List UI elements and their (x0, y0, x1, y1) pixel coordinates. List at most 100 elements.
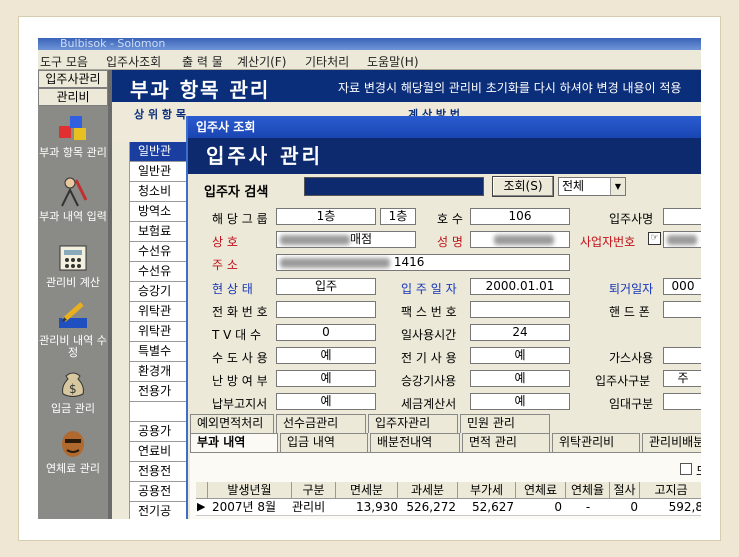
col-billed: 고지금 (640, 482, 701, 499)
list-item[interactable]: 특별수 (130, 342, 186, 362)
electric-field[interactable]: 예 (470, 347, 570, 364)
list-item[interactable]: 연료비 (130, 442, 186, 462)
list-item[interactable]: 수선유 (130, 262, 186, 282)
list-item[interactable]: 환경개 (130, 362, 186, 382)
row-pointer-icon: ▶ (197, 500, 206, 513)
sidebar-item-label: 부과 항목 관리 (39, 146, 107, 159)
fax-field[interactable] (470, 301, 570, 318)
name-field[interactable] (470, 231, 570, 248)
invoice-label: 세금계산서 (401, 397, 457, 411)
app-screen: Bulbisok - Solomon 도구 모음 입주사조회 출 력 물 계산기… (38, 38, 701, 519)
address-label: 주 소 (212, 258, 238, 272)
tab-charge-history[interactable]: 부과 내역 (190, 433, 278, 452)
tab-payment-history[interactable]: 입금 내역 (280, 433, 368, 452)
sidebar-item-late-fee[interactable]: 연체료 관리 (38, 428, 108, 475)
menu-help[interactable]: 도움말(H) (367, 53, 419, 70)
lease-field[interactable] (663, 393, 701, 410)
search-button[interactable]: 조회(S) (492, 176, 554, 197)
room-field[interactable]: 106 (470, 208, 570, 225)
list-item[interactable]: 공용전 (130, 482, 186, 502)
filter-select[interactable]: 전체 ▼ (558, 177, 626, 196)
sidebar: 입주사관리 관리비 부과 항목 관리 부과 내역 입력 관리비 계산 관리비 내… (38, 70, 108, 519)
list-item[interactable]: 전용전 (130, 462, 186, 482)
row-selector-gutter (112, 142, 130, 519)
phone-field[interactable] (276, 301, 376, 318)
tab-advance-payment[interactable]: 선수금관리 (276, 414, 366, 433)
tv-label: T V 대 수 (212, 328, 262, 342)
sidebar-item-deposit[interactable]: $ 입금 관리 (38, 368, 108, 415)
address-field[interactable]: 1416 (276, 254, 570, 271)
list-item[interactable]: 일반관 (130, 142, 186, 162)
bizno-field[interactable] (663, 231, 701, 248)
tv-field[interactable]: 0 (276, 324, 376, 341)
sidebar-item-charge-items[interactable]: 부과 항목 관리 (38, 112, 108, 159)
menu-tenant-lookup[interactable]: 입주사조회 (106, 53, 161, 70)
bill-field[interactable]: 예 (276, 393, 376, 410)
phone-label: 전 화 번 호 (212, 305, 268, 319)
shop-field[interactable]: 매점 (276, 231, 416, 248)
tab-exception-area[interactable]: 예외면적처리 (190, 414, 274, 433)
menu-tools[interactable]: 도구 모음 (40, 53, 88, 70)
tab-tenant-manage[interactable]: 입주자관리 (368, 414, 458, 433)
list-item[interactable]: 일반관 (130, 162, 186, 182)
bill-label: 납부고지서 (212, 397, 268, 411)
address-value: 1416 (393, 255, 425, 269)
menu-other[interactable]: 기타처리 (305, 53, 349, 70)
tab-pre-allocation[interactable]: 배분전내역 (370, 433, 460, 452)
tenant-name-field[interactable] (663, 208, 701, 225)
menu-print[interactable]: 출 력 물 (182, 53, 223, 70)
col-taxable: 과세분 (398, 482, 458, 499)
shop-label: 상 호 (212, 235, 238, 249)
redacted-text (667, 234, 697, 245)
tab-area-manage[interactable]: 면적 관리 (462, 433, 550, 452)
mobile-field[interactable] (663, 301, 701, 318)
menu-calculator[interactable]: 계산기(F) (237, 53, 286, 70)
tab-outsourcing-fee[interactable]: 위탁관리비 (552, 433, 640, 452)
tenant-type-field[interactable]: 주 (663, 370, 701, 387)
lookup-icon[interactable]: ☞ (648, 232, 661, 245)
movein-field[interactable]: 2000.01.01 (470, 278, 570, 295)
heating-field[interactable]: 예 (276, 370, 376, 387)
group-field-2[interactable]: 1층 (380, 208, 416, 225)
list-item[interactable]: 위탁관 (130, 322, 186, 342)
tab-fee-allocation[interactable]: 관리비배분 (642, 433, 701, 452)
table-row[interactable]: ▶ 2007년 8월 관리비 13,930 526,272 52,627 0 -… (196, 499, 701, 516)
list-item[interactable]: 위탁관 (130, 302, 186, 322)
invoice-field[interactable]: 예 (470, 393, 570, 410)
status-field[interactable]: 입주 (276, 278, 376, 295)
cell-late-rate: - (585, 500, 591, 514)
list-item[interactable]: 전용가 (130, 382, 186, 402)
mobile-label: 핸 드 폰 (609, 305, 650, 319)
water-field[interactable]: 예 (276, 347, 376, 364)
group-field[interactable]: 1층 (276, 208, 376, 225)
list-item[interactable] (130, 402, 186, 422)
water-label: 수 도 사 용 (212, 351, 268, 365)
gas-field[interactable] (663, 347, 701, 364)
search-input[interactable] (304, 177, 484, 196)
list-item[interactable]: 수선유 (130, 242, 186, 262)
list-item[interactable]: 승강기 (130, 282, 186, 302)
moveout-field[interactable]: 000 (663, 278, 701, 295)
list-item[interactable]: 보험료 (130, 222, 186, 242)
face-icon (62, 431, 84, 457)
sidebar-tab-fee[interactable]: 관리비 (38, 88, 108, 106)
cell-billed: 592,8 (668, 500, 701, 514)
status-label: 현 상 태 (212, 282, 253, 296)
money-bag-icon: $ (62, 372, 84, 397)
option-checkbox[interactable] (680, 463, 692, 475)
sidebar-item-charge-entry[interactable]: 부과 내역 입력 (38, 176, 108, 223)
sidebar-tab-tenant[interactable]: 입주사관리 (38, 70, 108, 88)
grid-corner (196, 482, 208, 499)
list-item[interactable]: 공용가 (130, 422, 186, 442)
list-item[interactable]: 전기공 (130, 502, 186, 519)
list-item[interactable]: 방역소 (130, 202, 186, 222)
cell-round: 0 (630, 500, 638, 514)
sidebar-item-fee-calc[interactable]: 관리비 계산 (38, 242, 108, 289)
hours-field[interactable]: 24 (470, 324, 570, 341)
charge-items-list: 일반관 일반관 청소비 방역소 보험료 수선유 수선유 승강기 위탁관 위탁관 특별수 환경개 전용가 공… (130, 142, 186, 519)
elevator-field[interactable]: 예 (470, 370, 570, 387)
sidebar-item-fee-edit[interactable]: 관리비 내역 수정 (38, 300, 108, 359)
tab-complaints[interactable]: 민원 관리 (460, 414, 550, 433)
list-item[interactable]: 청소비 (130, 182, 186, 202)
col-vat: 부가세 (458, 482, 516, 499)
